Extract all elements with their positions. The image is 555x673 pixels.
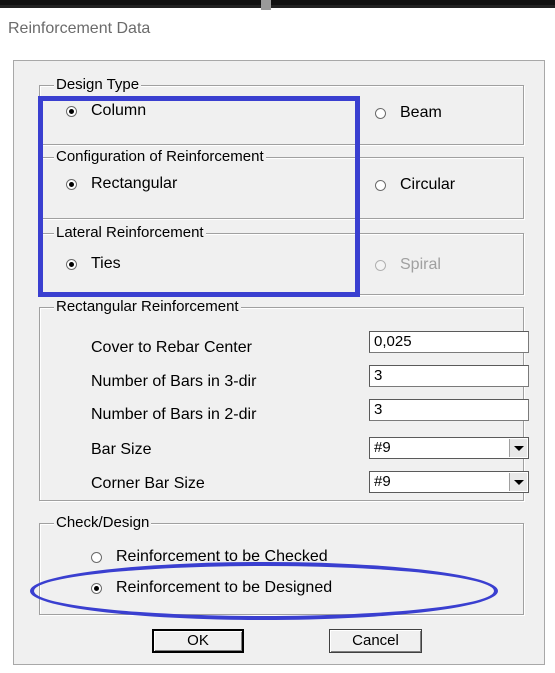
radio-column-label: Column [91, 102, 147, 119]
bars-2dir-label: Number of Bars in 2-dir [91, 406, 257, 423]
bar-size-select[interactable]: #9 [369, 437, 529, 459]
radio-beam-indicator[interactable] [375, 107, 386, 119]
bar-size-value: #9 [374, 439, 391, 456]
chevron-down-icon[interactable] [509, 473, 527, 491]
title-bar-edge-shadow [0, 5, 555, 8]
radio-ties-label: Ties [91, 255, 121, 272]
radio-beam[interactable]: Beam [375, 104, 442, 122]
radio-spiral-label: Spiral [400, 256, 441, 273]
design-type-label: Design Type [54, 75, 142, 95]
cover-label: Cover to Rebar Center [91, 339, 252, 356]
radio-spiral: Spiral [375, 256, 441, 274]
window-title: Reinforcement Data [8, 20, 151, 37]
radio-spiral-indicator [375, 259, 386, 271]
radio-circular-label: Circular [400, 176, 456, 193]
chevron-down-icon[interactable] [509, 439, 527, 457]
corner-bar-size-select[interactable]: #9 [369, 471, 529, 493]
check-design-label: Check/Design [54, 513, 152, 533]
configuration-label: Configuration of Reinforcement [54, 147, 266, 167]
cancel-button[interactable]: Cancel [329, 629, 422, 653]
bars-3dir-label: Number of Bars in 3-dir [91, 373, 257, 390]
lateral-label: Lateral Reinforcement [54, 223, 206, 243]
bars-2dir-input[interactable]: 3 [369, 399, 529, 421]
radio-ties[interactable]: Ties [66, 255, 121, 273]
radio-checked[interactable]: Reinforcement to be Checked [91, 548, 328, 566]
cover-input[interactable]: 0,025 [369, 331, 529, 353]
check-design-group: Check/Design [39, 513, 524, 615]
radio-column-indicator[interactable] [66, 105, 77, 117]
radio-rectangular-indicator[interactable] [66, 178, 77, 190]
radio-designed-indicator[interactable] [91, 582, 102, 594]
radio-designed[interactable]: Reinforcement to be Designed [91, 579, 332, 597]
bar-size-label: Bar Size [91, 441, 152, 458]
radio-checked-label: Reinforcement to be Checked [116, 548, 328, 565]
radio-designed-label: Reinforcement to be Designed [116, 579, 333, 596]
top-window-edge [0, 0, 555, 10]
radio-column[interactable]: Column [66, 102, 146, 120]
corner-bar-size-value: #9 [374, 473, 391, 490]
radio-circular[interactable]: Circular [375, 176, 455, 194]
rectangular-label: Rectangular Reinforcement [54, 297, 241, 317]
reinforcement-dialog: Design Type Column Beam Configuration of… [13, 60, 545, 665]
bars-3dir-input[interactable]: 3 [369, 365, 529, 387]
radio-checked-indicator[interactable] [91, 551, 102, 563]
radio-rectangular[interactable]: Rectangular [66, 175, 177, 193]
splitter-notch [261, 0, 271, 10]
corner-bar-size-label: Corner Bar Size [91, 475, 205, 492]
radio-rectangular-label: Rectangular [91, 175, 178, 192]
radio-circular-indicator[interactable] [375, 179, 386, 191]
radio-beam-label: Beam [400, 104, 442, 121]
ok-button[interactable]: OK [152, 629, 244, 653]
radio-ties-indicator[interactable] [66, 258, 77, 270]
